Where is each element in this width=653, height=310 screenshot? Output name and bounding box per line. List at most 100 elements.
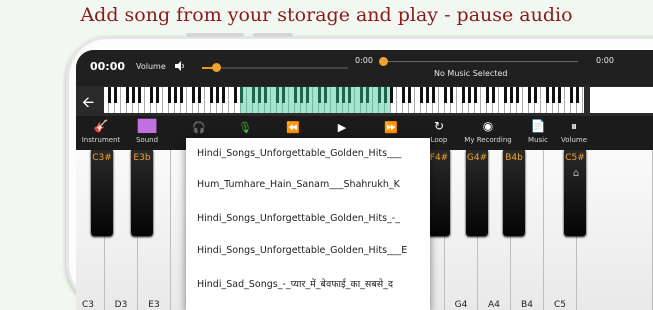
recording-disc-icon: ◉ <box>482 119 494 133</box>
mini-black-key <box>432 87 435 103</box>
microphone-icon[interactable]: 🎙 <box>233 121 257 134</box>
key-label: C3# <box>92 153 112 163</box>
mini-black-key <box>234 87 237 103</box>
black-key[interactable]: G4# <box>466 150 488 236</box>
rewind-icon[interactable]: ⏪ <box>281 121 305 134</box>
mini-black-key <box>444 87 447 103</box>
mini-black-key <box>192 87 195 103</box>
visible-range-highlight[interactable] <box>240 87 390 113</box>
phone-side-button <box>253 33 293 37</box>
mini-black-key <box>510 87 513 103</box>
my-recording-label: My Recording <box>464 136 512 144</box>
mini-black-key <box>504 87 507 103</box>
mini-black-key <box>168 87 171 103</box>
sound-bars-icon: ██ <box>137 119 157 133</box>
my-recording-button[interactable]: ◉ My Recording <box>460 119 516 144</box>
black-key[interactable]: C3# <box>91 150 113 236</box>
mini-black-key <box>420 87 423 103</box>
key-label: G4# <box>466 153 488 163</box>
key-label: B4b <box>505 153 523 163</box>
key-label: C3 <box>81 300 94 310</box>
mini-black-key <box>558 87 561 103</box>
promo-headline: Add song from your storage and play - pa… <box>80 4 573 26</box>
mini-black-key <box>108 87 111 103</box>
mini-black-key <box>450 87 453 103</box>
mini-black-key <box>546 87 549 103</box>
volume-button[interactable]: ⏸ Volume <box>546 119 602 144</box>
key-label: C5 <box>553 300 566 310</box>
mini-black-key <box>150 87 153 103</box>
elapsed-time: 00:00 <box>90 60 126 73</box>
mini-black-key <box>216 87 219 103</box>
octave-up-icon[interactable]: ⌂ <box>568 168 584 179</box>
mini-black-key <box>474 87 477 103</box>
back-arrow-icon[interactable]: 🡨 <box>82 92 94 117</box>
mini-black-key <box>516 87 519 103</box>
speaker-icon[interactable] <box>174 60 188 74</box>
volume-icon: ⏸ <box>570 119 577 133</box>
phone-side-button <box>186 33 244 37</box>
mini-black-key <box>156 87 159 103</box>
key-label: A4 <box>488 300 500 310</box>
black-key[interactable]: B4b <box>503 150 525 236</box>
mini-black-key <box>210 87 213 103</box>
headphones-icon[interactable]: 🎧 <box>187 121 211 134</box>
mini-keyboard-end[interactable] <box>590 87 653 113</box>
progress-knob[interactable] <box>379 57 388 66</box>
mini-black-key <box>576 87 579 103</box>
key-label: G4 <box>454 300 468 310</box>
mini-black-key <box>390 87 393 103</box>
black-key[interactable]: E3b <box>131 150 153 236</box>
mini-black-key <box>222 87 225 103</box>
play-icon[interactable]: ▶ <box>330 121 354 134</box>
sound-button[interactable]: ██ Sound <box>119 119 175 144</box>
keyboard-navigator: 🡨 <box>76 86 653 116</box>
mini-black-key <box>138 87 141 103</box>
mini-black-key <box>114 87 117 103</box>
key-label: F4# <box>429 153 449 163</box>
mini-black-key <box>426 87 429 103</box>
mini-black-key <box>468 87 471 103</box>
song-item[interactable]: Hum_Tumhare_Hain_Sanam___Shahrukh_K <box>197 179 425 190</box>
mini-black-key <box>198 87 201 103</box>
volume-label: Volume <box>136 62 166 71</box>
white-key[interactable] <box>577 150 653 310</box>
current-time: 0:00 <box>355 56 373 65</box>
fast-forward-icon[interactable]: ⏩ <box>379 121 403 134</box>
song-item[interactable]: Hindi_Songs_Unforgettable_Golden_Hits___… <box>197 245 425 256</box>
black-key[interactable]: C5# <box>564 150 586 236</box>
mini-black-key <box>132 87 135 103</box>
mini-black-key <box>534 87 537 103</box>
loop-icon: ↻ <box>433 119 445 133</box>
mini-black-key <box>174 87 177 103</box>
mini-black-key <box>126 87 129 103</box>
song-item[interactable]: Hindi_Songs_Unforgettable_Golden_Hits___ <box>197 148 425 159</box>
key-label: E3 <box>148 300 160 310</box>
mini-black-key <box>570 87 573 103</box>
mini-black-key <box>462 87 465 103</box>
player-bar: 00:00 Volume 0:00 0:00 No Music Selected <box>76 50 653 86</box>
key-label: C5# <box>565 153 585 163</box>
key-label: E3b <box>133 153 151 163</box>
black-key[interactable]: F4# <box>428 150 450 236</box>
song-item[interactable]: Hindi_Songs_Unforgettable_Golden_Hits_-_ <box>197 213 425 224</box>
mini-black-key <box>408 87 411 103</box>
key-label: D3 <box>114 300 128 310</box>
track-status: No Music Selected <box>434 69 508 78</box>
mini-black-key <box>402 87 405 103</box>
mini-black-key <box>486 87 489 103</box>
mini-black-key <box>180 87 183 103</box>
end-time: 0:00 <box>596 56 614 65</box>
volume-label-toolbar: Volume <box>560 136 588 144</box>
song-picker-dropdown: Hindi_Songs_Unforgettable_Golden_Hits___… <box>186 138 430 310</box>
mini-black-key <box>492 87 495 103</box>
volume-slider-knob[interactable] <box>212 63 221 72</box>
mini-black-key <box>528 87 531 103</box>
song-item[interactable]: Hindi_Sad_Songs_-_प्यार_में_बेवफाई_का_सब… <box>197 277 425 290</box>
volume-slider[interactable] <box>202 63 348 72</box>
key-label: B4 <box>521 300 533 310</box>
mini-black-key <box>552 87 555 103</box>
sound-label: Sound <box>135 136 159 144</box>
progress-slider[interactable] <box>388 61 578 62</box>
mini-keyboard[interactable] <box>104 87 584 113</box>
